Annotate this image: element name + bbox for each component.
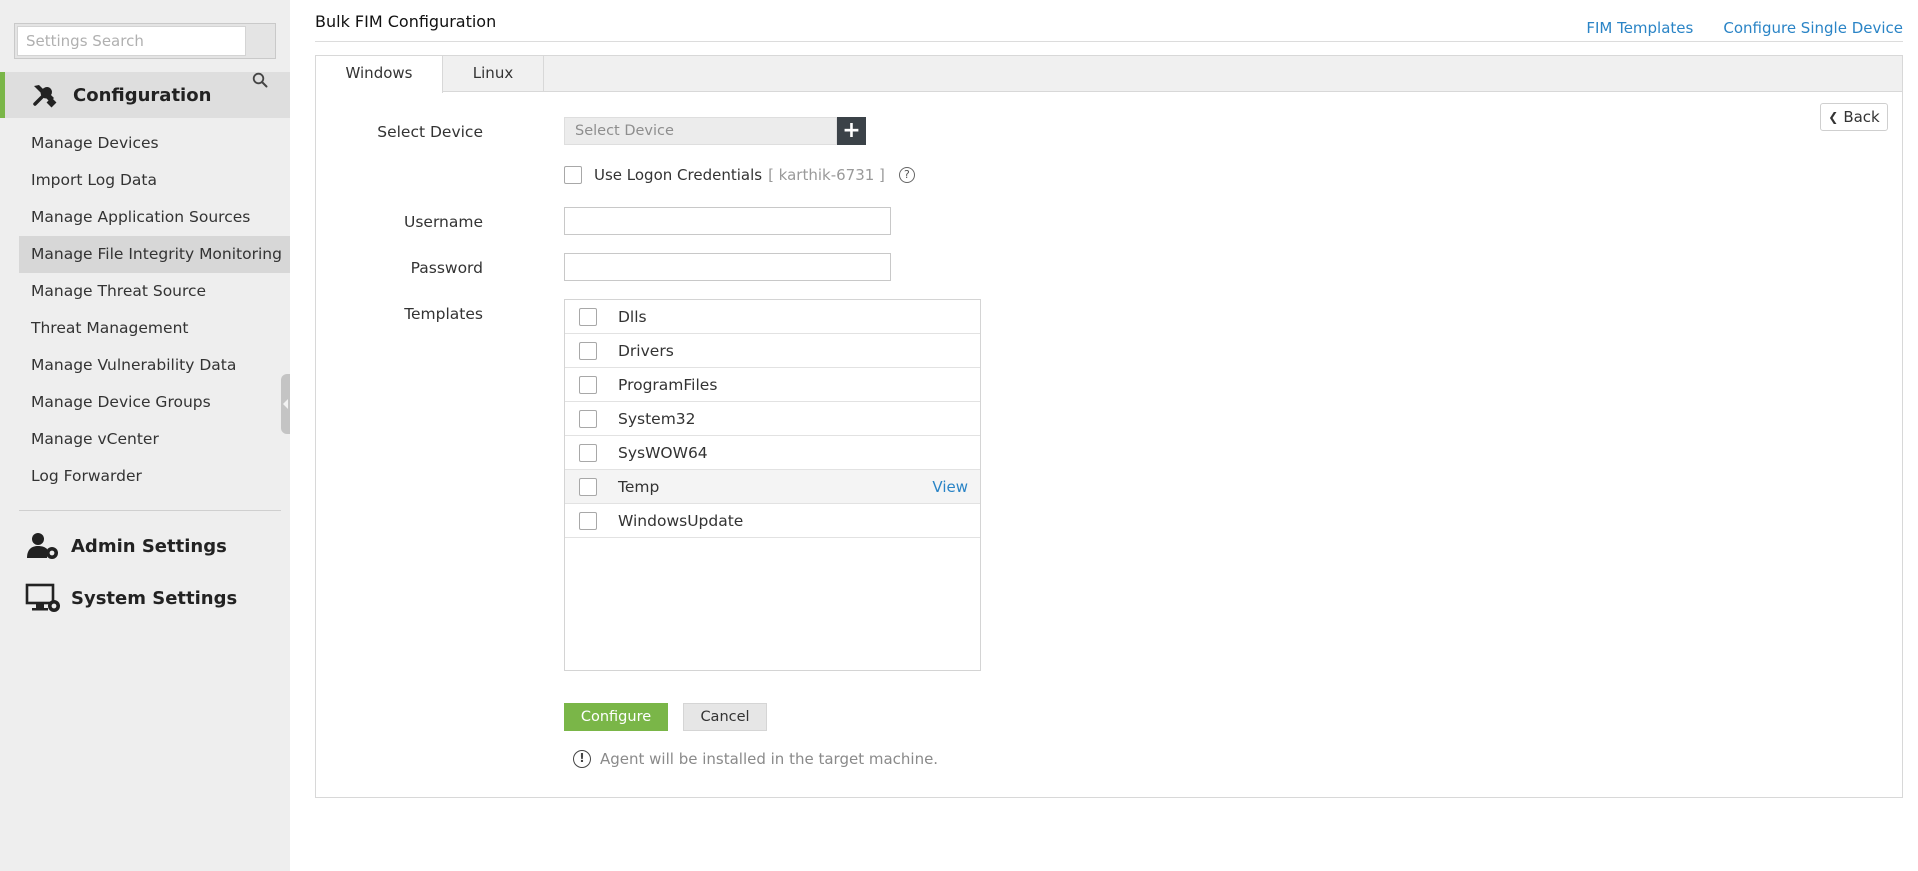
tab-linux[interactable]: Linux xyxy=(443,56,544,92)
password-field[interactable] xyxy=(564,253,891,281)
template-name: ProgramFiles xyxy=(618,375,718,394)
os-tab-bar: Windows Linux xyxy=(316,56,1902,93)
sidebar-item-manage-devices[interactable]: Manage Devices xyxy=(19,125,290,162)
sidebar-item-manage-threat-source[interactable]: Manage Threat Source xyxy=(19,273,290,310)
sidebar-item-manage-device-groups[interactable]: Manage Device Groups xyxy=(19,384,290,421)
back-button[interactable]: ❮ Back xyxy=(1820,103,1888,131)
configuration-title: Configuration xyxy=(73,84,212,106)
monitor-gear-icon xyxy=(25,583,60,612)
template-row-syswow64[interactable]: SysWOW64 xyxy=(565,436,980,470)
search-icon[interactable] xyxy=(252,72,268,88)
chevron-left-icon: ❮ xyxy=(1828,110,1839,124)
template-checkbox[interactable] xyxy=(579,511,597,530)
help-icon[interactable]: ? xyxy=(898,167,915,183)
username-label: Username xyxy=(403,213,483,231)
cancel-button[interactable]: Cancel xyxy=(683,703,767,731)
system-settings-label: System Settings xyxy=(71,587,238,609)
agent-install-note-text: Agent will be installed in the target ma… xyxy=(600,750,939,768)
add-device-button[interactable]: + xyxy=(837,117,866,145)
system-settings-section-header[interactable]: System Settings xyxy=(25,582,237,614)
template-name: Drivers xyxy=(618,341,674,360)
template-checkbox[interactable] xyxy=(579,409,597,428)
tab-windows[interactable]: Windows xyxy=(316,56,443,93)
admin-settings-label: Admin Settings xyxy=(71,535,227,557)
logon-credentials-row: Use Logon Credentials [ karthik-6731 ] ? xyxy=(564,166,915,184)
template-name: Temp xyxy=(618,477,660,496)
password-label: Password xyxy=(410,259,483,277)
use-logon-credentials-label: Use Logon Credentials xyxy=(594,166,763,184)
title-divider xyxy=(315,41,1903,42)
templates-list: Dlls Drivers ProgramFiles System32 SysWO… xyxy=(564,299,981,671)
header-links: FIM Templates Configure Single Device xyxy=(1586,19,1903,37)
back-label: Back xyxy=(1843,108,1880,126)
sidebar-divider xyxy=(19,510,281,511)
use-logon-credentials-checkbox[interactable] xyxy=(564,166,582,184)
template-row-temp[interactable]: Temp View xyxy=(565,470,980,504)
admin-user-gear-icon xyxy=(27,533,58,559)
configuration-nav-list: Manage Devices Import Log Data Manage Ap… xyxy=(19,125,290,495)
sidebar-item-threat-management[interactable]: Threat Management xyxy=(19,310,290,347)
sidebar: Configuration Manage Devices Import Log … xyxy=(0,0,290,871)
settings-search-input[interactable] xyxy=(17,26,246,56)
select-device-dropdown[interactable]: Select Device xyxy=(564,117,837,145)
sidebar-item-manage-vulnerability-data[interactable]: Manage Vulnerability Data xyxy=(19,347,290,384)
sidebar-item-manage-vcenter[interactable]: Manage vCenter xyxy=(19,421,290,458)
templates-label: Templates xyxy=(404,305,483,323)
sidebar-item-manage-file-integrity-monitoring[interactable]: Manage File Integrity Monitoring xyxy=(19,236,290,273)
agent-install-note: ! Agent will be installed in the target … xyxy=(573,750,938,768)
template-checkbox[interactable] xyxy=(579,375,597,394)
sidebar-item-log-forwarder[interactable]: Log Forwarder xyxy=(19,458,290,495)
template-row-drivers[interactable]: Drivers xyxy=(565,334,980,368)
sidebar-item-manage-application-sources[interactable]: Manage Application Sources xyxy=(19,199,290,236)
template-row-dlls[interactable]: Dlls xyxy=(565,300,980,334)
admin-settings-section-header[interactable]: Admin Settings xyxy=(25,530,227,562)
template-name: WindowsUpdate xyxy=(618,511,744,530)
configuration-section-header[interactable]: Configuration xyxy=(0,72,290,118)
info-icon: ! xyxy=(573,750,591,768)
logon-credential-name: [ karthik-6731 ] xyxy=(768,166,885,184)
fim-templates-link[interactable]: FIM Templates xyxy=(1586,19,1693,37)
collapse-arrow-icon xyxy=(283,399,288,409)
template-row-programfiles[interactable]: ProgramFiles xyxy=(565,368,980,402)
template-row-system32[interactable]: System32 xyxy=(565,402,980,436)
template-checkbox[interactable] xyxy=(579,307,597,326)
username-field[interactable] xyxy=(564,207,891,235)
template-name: Dlls xyxy=(618,307,647,326)
view-template-link[interactable]: View xyxy=(932,478,968,496)
template-checkbox[interactable] xyxy=(579,477,597,496)
sidebar-item-import-log-data[interactable]: Import Log Data xyxy=(19,162,290,199)
tools-icon xyxy=(33,85,57,108)
settings-search-box xyxy=(14,23,276,59)
template-checkbox[interactable] xyxy=(579,443,597,462)
configuration-panel: Windows Linux ❮ Back Select Device Selec… xyxy=(315,55,1903,798)
select-device-label: Select Device xyxy=(377,123,483,141)
template-row-windowsupdate[interactable]: WindowsUpdate xyxy=(565,504,980,538)
template-name: System32 xyxy=(618,409,696,428)
configure-single-device-link[interactable]: Configure Single Device xyxy=(1723,19,1903,37)
template-name: SysWOW64 xyxy=(618,443,708,462)
main-content: Bulk FIM Configuration FIM Templates Con… xyxy=(290,0,1918,871)
page-title: Bulk FIM Configuration xyxy=(315,12,497,31)
configure-button[interactable]: Configure xyxy=(564,703,668,731)
sidebar-collapse-handle[interactable] xyxy=(281,374,290,434)
template-checkbox[interactable] xyxy=(579,341,597,360)
